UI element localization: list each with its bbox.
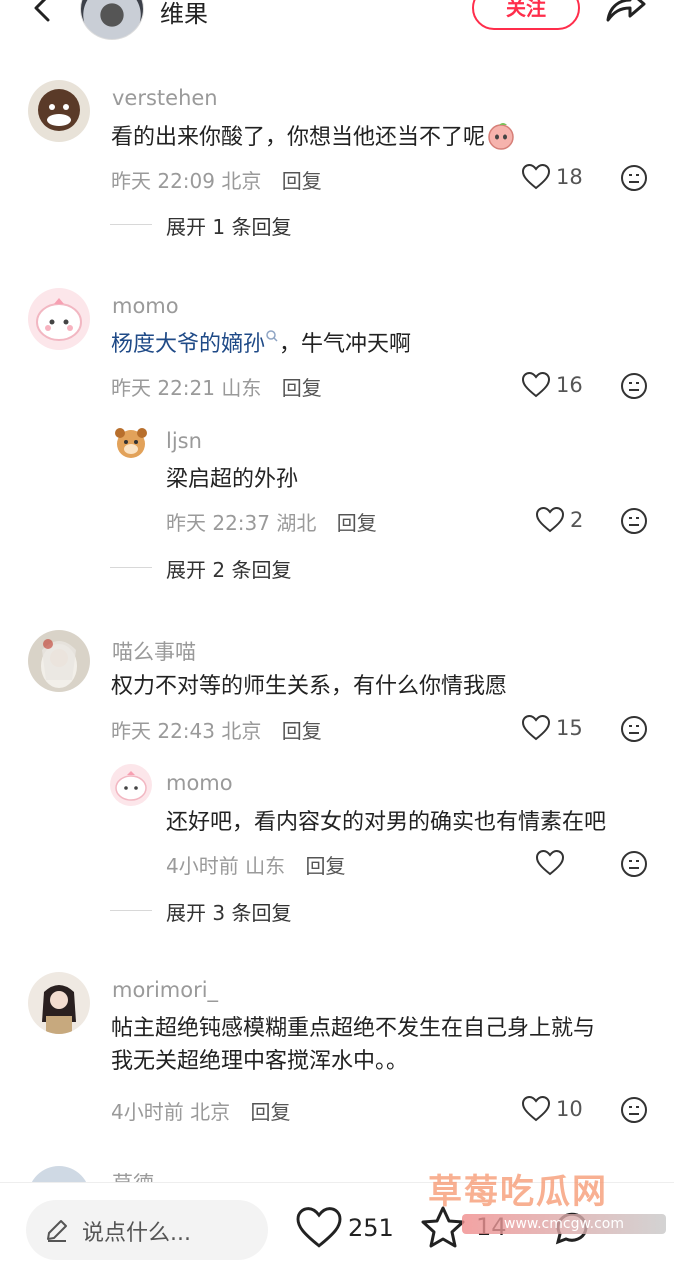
like-button[interactable]: 18 xyxy=(522,164,583,190)
comment-time: 4小时前 xyxy=(166,854,239,878)
reply-meta: 昨天 22:37 湖北 回复 xyxy=(166,507,377,536)
like-count: 10 xyxy=(556,1097,583,1121)
comment-location: 北京 xyxy=(190,1100,231,1124)
share-icon[interactable] xyxy=(602,0,646,26)
emoji-reaction-icon[interactable] xyxy=(620,507,648,539)
like-button[interactable]: 10 xyxy=(522,1096,583,1122)
expand-divider xyxy=(110,224,152,225)
reply-button[interactable]: 回复 xyxy=(337,511,377,535)
author-avatar[interactable] xyxy=(80,0,144,40)
heart-icon xyxy=(522,1096,550,1122)
like-button[interactable]: 16 xyxy=(522,372,583,398)
comment-body: ，牛气冲天啊 xyxy=(279,332,412,357)
heart-icon xyxy=(536,850,564,876)
comment-input[interactable]: 说点什么... xyxy=(26,1200,268,1260)
expand-replies-button[interactable]: 展开 1 条回复 xyxy=(166,211,291,240)
reply-button[interactable]: 回复 xyxy=(282,169,322,193)
avatar[interactable] xyxy=(28,630,90,692)
like-count: 15 xyxy=(556,716,583,740)
comment-time: 昨天 22:09 xyxy=(111,169,215,193)
avatar[interactable] xyxy=(110,422,152,464)
like-button[interactable] xyxy=(536,850,570,876)
like-button[interactable]: 15 xyxy=(522,715,583,741)
follow-button[interactable]: 关注 xyxy=(472,0,580,30)
expand-replies-button[interactable]: 展开 3 条回复 xyxy=(166,897,291,926)
back-icon[interactable] xyxy=(26,0,60,30)
expand-replies-button[interactable]: 展开 2 条回复 xyxy=(166,554,291,583)
comment-location: 山东 xyxy=(245,854,286,878)
like-count: 16 xyxy=(556,373,583,397)
comment-time: 昨天 22:21 xyxy=(111,376,215,400)
watermark-logo: 草莓吃瓜网 xyxy=(428,1172,608,1212)
comment-username[interactable]: morimori_ xyxy=(112,978,218,1002)
author-name[interactable]: 维果 xyxy=(160,0,208,29)
comment-text: 权力不对等的师生关系，有什么你情我愿 xyxy=(111,674,508,699)
heart-icon xyxy=(296,1207,342,1248)
comment-time: 昨天 22:37 xyxy=(166,511,270,535)
reply-text: 梁启超的外孙 xyxy=(166,467,299,492)
post-like-count: 251 xyxy=(348,1214,394,1242)
comment-location: 北京 xyxy=(221,169,262,193)
heart-icon xyxy=(522,715,550,741)
emoji-reaction-icon[interactable] xyxy=(620,372,648,404)
comment-location: 山东 xyxy=(221,376,262,400)
avatar[interactable] xyxy=(28,80,90,142)
comment-meta: 昨天 22:43 北京 回复 xyxy=(111,715,322,744)
like-count: 18 xyxy=(556,165,583,189)
comment-body-line: 帖主超绝钝感模糊重点超绝不发生在自己身上就与 xyxy=(111,1016,596,1041)
comment-body: 看的出来你酸了，你想当他还当不了呢 xyxy=(111,125,486,150)
comment-body-line: 我无关超绝理中客搅浑水中。。 xyxy=(111,1049,409,1074)
watermark-url: www.cmcgw.com xyxy=(462,1214,666,1234)
pencil-icon xyxy=(47,1220,67,1242)
heart-icon xyxy=(536,507,564,533)
comment-username[interactable]: verstehen xyxy=(112,86,218,110)
comment-text: 帖主超绝钝感模糊重点超绝不发生在自己身上就与 我无关超绝理中客搅浑水中。。 xyxy=(111,1012,595,1078)
comment-meta: 4小时前 北京 回复 xyxy=(111,1096,290,1125)
reply-username[interactable]: ljsn xyxy=(166,429,202,453)
comment-location: 湖北 xyxy=(276,511,317,535)
reply-button[interactable]: 回复 xyxy=(305,854,345,878)
comment-username[interactable]: momo xyxy=(112,294,179,318)
reply-button[interactable]: 回复 xyxy=(282,719,322,743)
input-placeholder: 说点什么... xyxy=(82,1221,191,1246)
like-button[interactable]: 2 xyxy=(536,507,583,533)
like-count: 2 xyxy=(570,508,584,532)
expand-divider xyxy=(110,567,152,568)
heart-icon xyxy=(522,372,550,398)
expand-divider xyxy=(110,910,152,911)
reply-meta: 4小时前 山东 回复 xyxy=(166,850,345,879)
post-like-button[interactable]: 251 xyxy=(296,1207,394,1249)
avatar[interactable] xyxy=(28,972,90,1034)
search-icon[interactable] xyxy=(265,329,279,343)
emoji-reaction-icon[interactable] xyxy=(620,715,648,747)
comment-meta: 昨天 22:21 山东 回复 xyxy=(111,372,322,401)
comment-meta: 昨天 22:09 北京 回复 xyxy=(111,165,322,194)
reply-username[interactable]: momo xyxy=(166,771,233,795)
avatar[interactable] xyxy=(110,764,152,806)
comment-time: 昨天 22:43 xyxy=(111,719,215,743)
comment-text: 杨度大爷的嫡孙 ，牛气冲天啊 xyxy=(111,328,411,361)
emoji-reaction-icon[interactable] xyxy=(620,164,648,196)
emoji-reaction-icon[interactable] xyxy=(620,1096,648,1128)
comment-time: 4小时前 xyxy=(111,1100,184,1124)
heart-icon xyxy=(522,164,550,190)
comment-username[interactable]: 喵么事喵 xyxy=(112,636,196,666)
avatar[interactable] xyxy=(28,288,90,350)
reply-button[interactable]: 回复 xyxy=(250,1100,290,1124)
post-header: 维果 关注 xyxy=(0,0,674,44)
comment-location: 北京 xyxy=(221,719,262,743)
reply-button[interactable]: 回复 xyxy=(282,376,322,400)
reply-text: 还好吧，看内容女的对男的确实也有情素在吧 xyxy=(166,810,607,835)
search-link[interactable]: 杨度大爷的嫡孙 xyxy=(111,332,265,357)
comment-text: 看的出来你酸了，你想当他还当不了呢 xyxy=(111,120,517,154)
emoji-reaction-icon[interactable] xyxy=(620,850,648,882)
emoji-peach-icon xyxy=(488,123,514,150)
